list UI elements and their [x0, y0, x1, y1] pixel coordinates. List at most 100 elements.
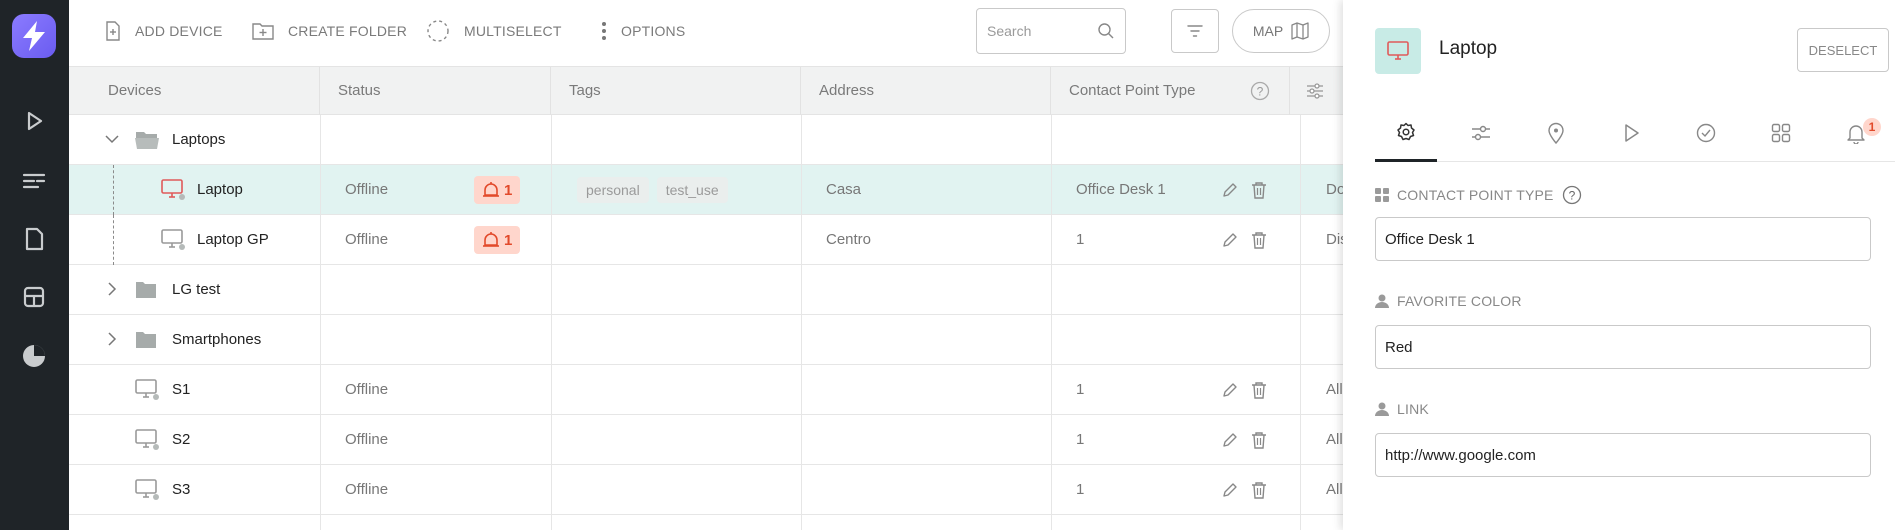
- table-row-s2[interactable]: S2 Offline 1 All: [69, 415, 1343, 465]
- alert-badge[interactable]: 1: [474, 176, 521, 204]
- create-folder-button[interactable]: CREATE FOLDER: [252, 0, 407, 62]
- extra-text: All: [1326, 481, 1343, 498]
- status-text: Offline: [345, 181, 389, 198]
- column-settings-icon[interactable]: [1306, 82, 1324, 100]
- column-header-tags[interactable]: Tags: [551, 67, 801, 115]
- tab-widgets[interactable]: [1750, 104, 1812, 162]
- tag[interactable]: test_use: [656, 177, 728, 203]
- sidebar-item-list[interactable]: [17, 164, 51, 198]
- status-text: Offline: [345, 381, 389, 398]
- sidebar-item-layout[interactable]: [17, 280, 51, 314]
- help-icon[interactable]: ?: [1562, 185, 1582, 205]
- toolbar: ADD DEVICE CREATE FOLDER MULTISELECT OPT…: [69, 0, 1343, 66]
- chevron-right-icon[interactable]: [107, 282, 117, 296]
- tab-settings[interactable]: [1375, 104, 1437, 162]
- sidebar-item-analytics[interactable]: [17, 339, 51, 373]
- options-button[interactable]: OPTIONS: [601, 0, 685, 62]
- filter-icon: [1187, 25, 1203, 37]
- alert-icon: [483, 182, 499, 197]
- tags-cell: personal test_use: [577, 177, 736, 203]
- deselect-button[interactable]: DESELECT: [1797, 28, 1889, 72]
- chevron-right-icon[interactable]: [107, 332, 117, 346]
- sidebar-item-documents[interactable]: [17, 222, 51, 256]
- column-line: [1300, 115, 1301, 530]
- map-button[interactable]: MAP: [1232, 9, 1330, 53]
- add-device-button[interactable]: ADD DEVICE: [105, 0, 223, 62]
- delete-icon[interactable]: [1251, 381, 1267, 399]
- column-line: [801, 115, 802, 530]
- device-avatar: [1375, 28, 1421, 74]
- filter-button[interactable]: [1171, 9, 1219, 53]
- field-label-text: LINK: [1397, 401, 1429, 417]
- panel-title: Laptop: [1439, 38, 1498, 59]
- contact-point-type-field[interactable]: [1375, 217, 1871, 261]
- sidebar-item-play[interactable]: [17, 104, 51, 138]
- help-icon[interactable]: ?: [1250, 81, 1270, 101]
- delete-icon[interactable]: [1251, 481, 1267, 499]
- device-name: Laptop GP: [197, 231, 269, 248]
- svg-text:?: ?: [1568, 189, 1575, 203]
- column-header-devices[interactable]: Devices: [69, 67, 320, 115]
- play-icon: [1625, 124, 1639, 142]
- table-row-folder-smartphones[interactable]: Smartphones: [69, 315, 1343, 365]
- table-row-folder-lg-test[interactable]: LG test: [69, 265, 1343, 315]
- extra-text: Do: [1326, 181, 1343, 198]
- options-label: OPTIONS: [621, 23, 686, 39]
- delete-icon[interactable]: [1251, 181, 1267, 199]
- lightning-icon: [23, 21, 45, 51]
- alert-badge[interactable]: 1: [474, 226, 521, 254]
- table-row-s1[interactable]: S1 Offline 1 All: [69, 365, 1343, 415]
- column-divider: [1289, 67, 1290, 115]
- extra-text: All: [1326, 381, 1343, 398]
- tree-line: [113, 165, 114, 215]
- table-row-laptop[interactable]: Laptop Offline 1 personal test_use Casa …: [69, 165, 1343, 215]
- multiselect-button[interactable]: MULTISELECT: [426, 0, 562, 62]
- tab-notifications[interactable]: 1: [1825, 104, 1887, 162]
- folder-name: Laptops: [172, 131, 226, 148]
- edit-icon[interactable]: [1221, 181, 1239, 199]
- contact-point-type-text: 1: [1076, 481, 1085, 498]
- panel-tabs: 1: [1375, 104, 1895, 162]
- app-logo[interactable]: [12, 14, 56, 58]
- map-label: MAP: [1252, 23, 1284, 39]
- extra-text: Dis: [1326, 231, 1343, 248]
- location-icon: [1548, 122, 1564, 144]
- contact-point-type-text: 1: [1076, 381, 1085, 398]
- column-header-status[interactable]: Status: [320, 67, 551, 115]
- table-row-s3[interactable]: S3 Offline 1 All: [69, 465, 1343, 515]
- folder-plus-icon: [252, 23, 274, 40]
- monitor-icon: [1387, 41, 1409, 60]
- devices-table: Devices Status Tags Address Contact Poin…: [69, 66, 1343, 530]
- table-row-folder-laptops[interactable]: Laptops: [69, 115, 1343, 165]
- link-field[interactable]: [1375, 433, 1871, 477]
- delete-icon[interactable]: [1251, 431, 1267, 449]
- column-line: [1051, 115, 1052, 530]
- chevron-down-icon[interactable]: [105, 134, 119, 144]
- edit-icon[interactable]: [1221, 431, 1239, 449]
- alert-count: 1: [504, 231, 513, 249]
- laptop-icon: [161, 229, 185, 250]
- tab-parameters[interactable]: [1450, 104, 1512, 162]
- tab-automations[interactable]: [1600, 104, 1662, 162]
- folder-open-icon: [135, 132, 159, 149]
- check-circle-icon: [1696, 123, 1716, 143]
- tag[interactable]: personal: [577, 177, 649, 203]
- search-input[interactable]: [987, 23, 1097, 39]
- tab-status[interactable]: [1675, 104, 1737, 162]
- field-label-link: LINK: [1375, 401, 1429, 417]
- search-box: [976, 8, 1126, 54]
- folder-name: LG test: [172, 281, 221, 298]
- edit-icon[interactable]: [1221, 231, 1239, 249]
- column-line: [320, 115, 321, 530]
- delete-icon[interactable]: [1251, 231, 1267, 249]
- field-label-contact-point-type: CONTACT POINT TYPE ?: [1375, 185, 1582, 205]
- search-icon[interactable]: [1097, 22, 1115, 40]
- tab-location[interactable]: [1525, 104, 1587, 162]
- edit-icon[interactable]: [1221, 381, 1239, 399]
- create-folder-label: CREATE FOLDER: [288, 23, 408, 39]
- edit-icon[interactable]: [1221, 481, 1239, 499]
- table-row-laptop-gp[interactable]: Laptop GP Offline 1 Centro 1 Dis: [69, 215, 1343, 265]
- field-label-text: FAVORITE COLOR: [1397, 293, 1522, 309]
- column-header-address[interactable]: Address: [801, 67, 1051, 115]
- favorite-color-field[interactable]: [1375, 325, 1871, 369]
